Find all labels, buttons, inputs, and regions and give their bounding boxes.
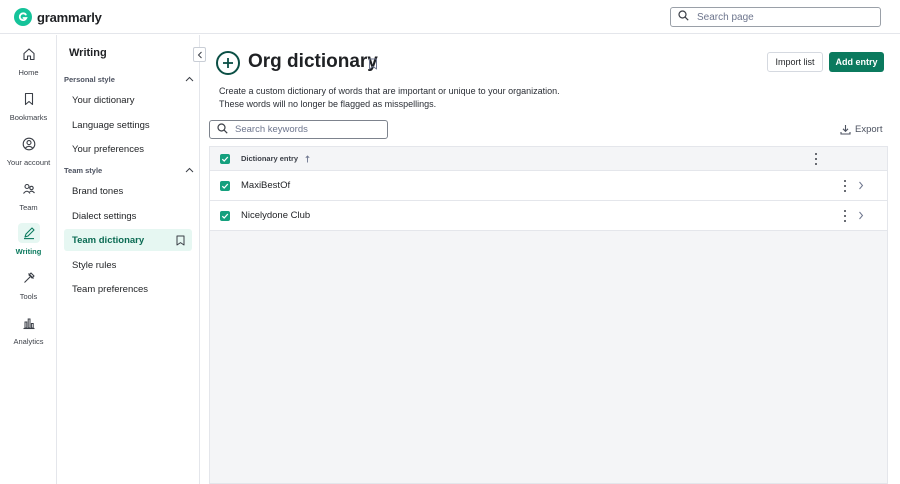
pen-icon xyxy=(17,223,40,243)
page-title: Org dictionary xyxy=(248,51,378,72)
analytics-icon xyxy=(18,313,40,333)
sidebar-item-team-dictionary[interactable]: Team dictionary xyxy=(64,229,192,251)
grammarly-logo[interactable]: grammarly xyxy=(14,8,102,26)
search-page-box[interactable] xyxy=(670,7,881,27)
rail-item-home[interactable]: Home xyxy=(0,44,57,77)
account-icon xyxy=(18,134,40,154)
page-description: Create a custom dictionary of words that… xyxy=(219,85,579,111)
sidebar-item-language-settings[interactable]: Language settings xyxy=(64,114,192,136)
collapse-sidebar-button[interactable] xyxy=(193,47,206,62)
search-page-input[interactable] xyxy=(697,11,867,23)
grammarly-logo-icon xyxy=(14,8,32,26)
bookmark-icon xyxy=(18,89,40,109)
search-icon xyxy=(217,121,228,139)
rail-item-tools[interactable]: Tools xyxy=(0,268,57,301)
description-line: These words will no longer be flagged as… xyxy=(219,99,437,109)
chevron-left-icon xyxy=(197,46,203,64)
sidebar-item-team-preferences[interactable]: Team preferences xyxy=(64,278,192,300)
add-entry-button[interactable]: Add entry xyxy=(829,52,884,72)
sidebar-item-label: Style rules xyxy=(72,259,117,271)
import-list-button[interactable]: Import list xyxy=(767,52,823,72)
sidebar-item-dialect-settings[interactable]: Dialect settings xyxy=(64,205,192,227)
home-icon xyxy=(18,44,40,64)
dictionary-entry-cell: Nicelydone Club xyxy=(241,210,311,221)
nav-rail: Home Bookmarks Your account Team Writing… xyxy=(0,35,57,484)
sidebar-item-label: Dialect settings xyxy=(72,210,137,222)
sidebar-item-your-dictionary[interactable]: Your dictionary xyxy=(64,89,192,111)
rail-label-analytics: Analytics xyxy=(13,337,44,346)
chevron-up-icon xyxy=(185,76,194,82)
keyword-search-box[interactable] xyxy=(209,120,388,139)
column-header-label: Dictionary entry xyxy=(241,154,299,163)
chevron-right-icon[interactable] xyxy=(858,211,864,220)
dictionary-entry-cell: MaxiBestOf xyxy=(241,180,291,191)
sidebar-item-label: Your dictionary xyxy=(72,94,135,106)
sidebar-item-label: Team preferences xyxy=(72,283,149,295)
more-options-icon[interactable] xyxy=(842,210,848,222)
row-checkbox[interactable] xyxy=(220,181,230,191)
dictionary-table: Dictionary entry MaxiBestOf Nicelydone C… xyxy=(209,146,888,484)
rail-label-team: Team xyxy=(19,203,38,212)
sidebar-item-your-preferences[interactable]: Your preferences xyxy=(64,138,192,160)
brand-name: grammarly xyxy=(37,9,102,25)
sidebar-item-brand-tones[interactable]: Brand tones xyxy=(64,180,192,202)
section-team-style[interactable]: Team style xyxy=(64,163,194,177)
section-label: Team style xyxy=(64,165,103,175)
rail-item-bookmarks[interactable]: Bookmarks xyxy=(0,89,57,122)
bookmark-icon[interactable] xyxy=(176,235,185,246)
sidebar-item-label: Brand tones xyxy=(72,185,124,197)
description-line: Create a custom dictionary of words that… xyxy=(219,86,560,96)
sidebar-item-label: Language settings xyxy=(72,119,150,131)
column-header-dictionary-entry[interactable]: Dictionary entry xyxy=(241,154,310,163)
export-button[interactable]: Export xyxy=(840,124,882,135)
rail-label-bookmarks: Bookmarks xyxy=(9,113,48,122)
keyword-search-input[interactable] xyxy=(235,124,375,135)
sidebar-item-label: Team dictionary xyxy=(72,234,145,246)
sidebar-item-style-rules[interactable]: Style rules xyxy=(64,254,192,276)
section-label: Personal style xyxy=(64,74,115,84)
rail-item-team[interactable]: Team xyxy=(0,179,57,212)
section-personal-style[interactable]: Personal style xyxy=(64,72,194,86)
sidebar-title: Writing xyxy=(69,47,107,59)
writing-sidebar: Writing Personal style Your dictionary L… xyxy=(58,35,206,484)
rail-item-writing[interactable]: Writing xyxy=(0,223,57,256)
add-circle-icon xyxy=(216,51,240,75)
rail-label-your-account: Your account xyxy=(6,158,51,167)
row-checkbox[interactable] xyxy=(220,211,230,221)
table-row[interactable]: MaxiBestOf xyxy=(210,171,887,201)
top-bar: grammarly xyxy=(0,0,900,34)
rail-label-tools: Tools xyxy=(19,292,38,301)
bookmark-icon[interactable] xyxy=(368,57,378,75)
rail-label-home: Home xyxy=(18,68,39,77)
rail-label-writing: Writing xyxy=(15,247,42,256)
team-icon xyxy=(18,179,40,199)
more-options-icon[interactable] xyxy=(813,153,819,165)
rail-item-your-account[interactable]: Your account xyxy=(0,134,57,167)
table-row[interactable]: Nicelydone Club xyxy=(210,201,887,231)
search-icon xyxy=(678,8,689,26)
download-icon xyxy=(840,125,851,135)
tools-icon xyxy=(18,268,40,288)
sidebar-item-label: Your preferences xyxy=(72,143,145,155)
main-content: Org dictionary Import list Add entry Cre… xyxy=(201,35,900,484)
select-all-checkbox[interactable] xyxy=(220,154,230,164)
chevron-up-icon xyxy=(185,167,194,173)
chevron-right-icon[interactable] xyxy=(858,181,864,190)
export-label: Export xyxy=(855,124,883,135)
rail-item-analytics[interactable]: Analytics xyxy=(0,313,57,346)
table-header: Dictionary entry xyxy=(210,147,887,171)
sort-ascending-icon xyxy=(305,154,310,162)
more-options-icon[interactable] xyxy=(842,180,848,192)
